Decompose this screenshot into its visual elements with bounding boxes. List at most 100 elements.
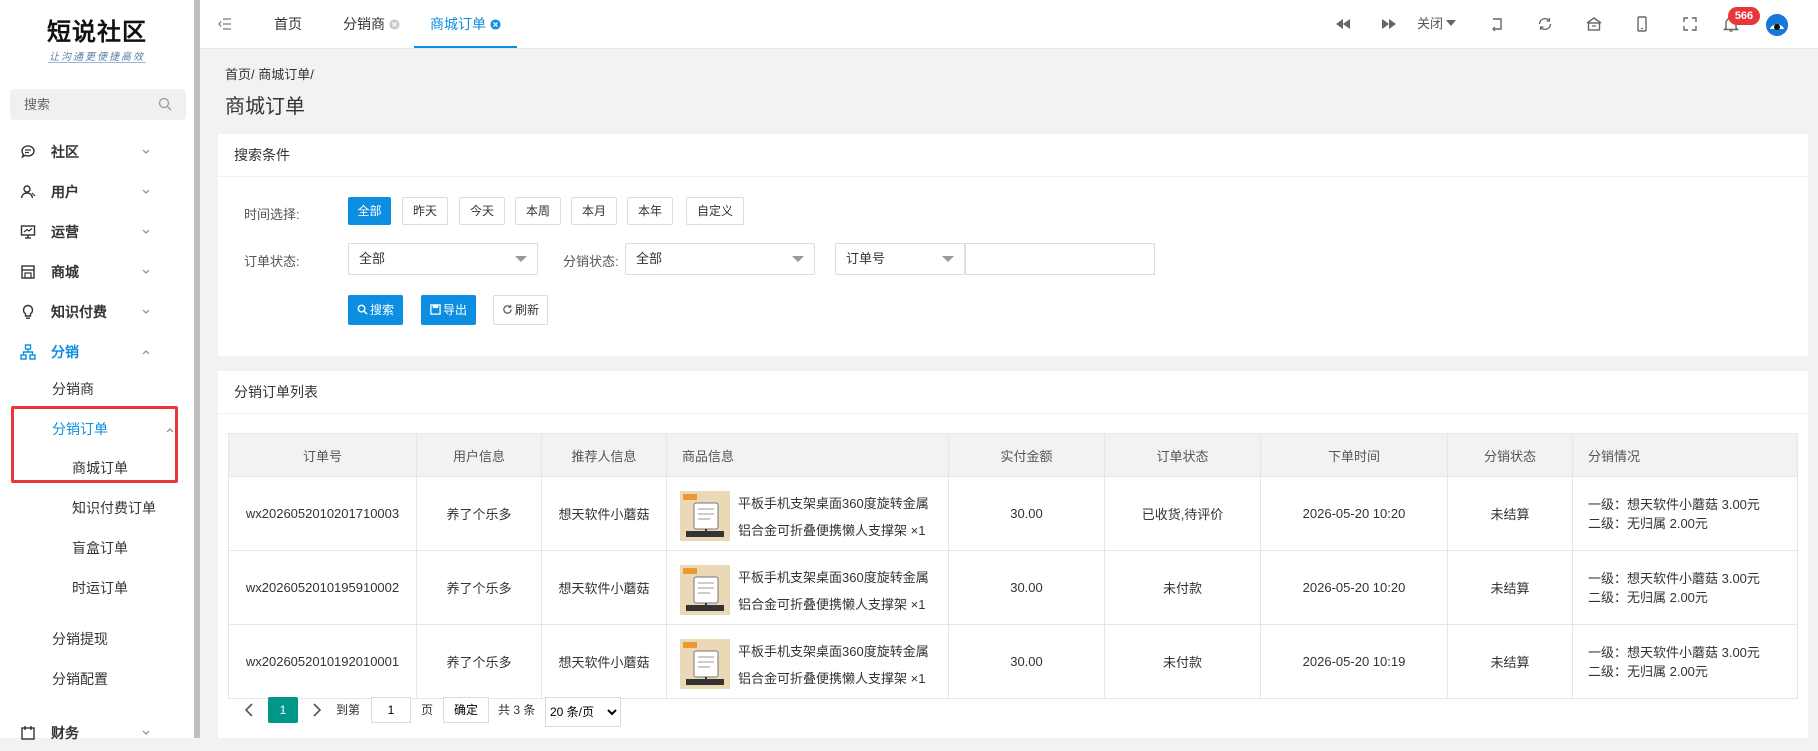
avatar[interactable]: [1766, 14, 1788, 36]
order-number-input[interactable]: [965, 243, 1155, 275]
order-list-title: 分销订单列表: [218, 371, 1808, 414]
building-icon[interactable]: [1585, 15, 1603, 33]
fullscreen-icon[interactable]: [1681, 15, 1699, 33]
table-row[interactable]: wx2026052010201710003 养了个乐多 想天软件小蘑菇 平板手机…: [228, 476, 1798, 551]
distribution-status-select[interactable]: 全部: [625, 243, 815, 275]
next-page-icon[interactable]: [304, 697, 330, 723]
time-filter-month[interactable]: 本月: [571, 197, 617, 225]
order-number-cell: wx2026052010195910002: [228, 550, 417, 625]
return-icon[interactable]: [1488, 15, 1506, 33]
sidebar-item-finance[interactable]: 财务: [0, 715, 194, 751]
distribution-status-cell: 未结算: [1447, 624, 1573, 699]
table-row[interactable]: wx2026052010195910002 养了个乐多 想天软件小蘑菇 平板手机…: [228, 550, 1798, 625]
current-page-button[interactable]: 1: [268, 697, 298, 723]
level2-commission: 二级：无归属 2.00元: [1588, 589, 1708, 605]
column-header: 用户信息: [416, 433, 542, 477]
goods-info: 平板手机支架桌面360度旋转金属铝合金可折叠便携懒人支撑架 ×1: [667, 478, 948, 549]
order-time-cell: 2026-05-20 10:20: [1260, 476, 1448, 551]
column-header: 分销情况: [1572, 433, 1798, 477]
refresh-button[interactable]: 刷新: [493, 295, 549, 325]
time-filter-today[interactable]: 今天: [459, 197, 505, 225]
rewind-icon[interactable]: [1334, 15, 1352, 33]
sidebar-item-knowledge-orders[interactable]: 知识付费订单: [72, 491, 242, 525]
amount-cell: 30.00: [948, 550, 1105, 625]
tab-mall-orders[interactable]: 商城订单: [414, 0, 517, 48]
sidebar-item-label: 社区: [51, 144, 79, 160]
finance-icon: [21, 726, 35, 740]
time-filter-label: 时间选择:: [244, 207, 300, 222]
referrer-cell: 想天软件小蘑菇: [541, 624, 667, 699]
sidebar-item-fortune-orders[interactable]: 时运订单: [72, 571, 242, 605]
close-icon[interactable]: [389, 19, 400, 30]
goods-cell: 平板手机支架桌面360度旋转金属铝合金可折叠便携懒人支撑架 ×1: [666, 624, 949, 699]
chevron-down-icon: [142, 309, 150, 314]
notification-badge: 566: [1728, 7, 1760, 25]
search-icon[interactable]: [158, 97, 172, 111]
sidebar-item-operations[interactable]: 运营: [0, 214, 194, 250]
order-field-value: 订单号: [846, 251, 886, 266]
table-row[interactable]: wx2026052010192010001 养了个乐多 想天软件小蘑菇 平板手机…: [228, 624, 1798, 699]
distribution-status-label: 分销状态:: [563, 254, 619, 269]
time-filter-week[interactable]: 本周: [515, 197, 561, 225]
lightbulb-icon: [22, 304, 34, 319]
time-filter-year[interactable]: 本年: [627, 197, 673, 225]
column-header: 下单时间: [1260, 433, 1448, 477]
page-unit-label: 页: [421, 703, 434, 717]
sidebar-item-community[interactable]: 社区: [0, 134, 194, 170]
referrer-cell: 想天软件小蘑菇: [541, 550, 667, 625]
product-thumbnail[interactable]: [680, 491, 730, 541]
search-button-label: 搜索: [370, 303, 395, 317]
caret-down-icon: [792, 256, 804, 262]
product-thumbnail[interactable]: [680, 565, 730, 615]
sidebar-item-label: 知识付费: [51, 304, 107, 320]
page-size-select[interactable]: 20 条/页: [545, 697, 621, 727]
time-filter-yesterday[interactable]: 昨天: [402, 197, 448, 225]
search-card-title: 搜索条件: [218, 134, 1808, 177]
prev-page-icon[interactable]: [236, 697, 262, 723]
tab-home[interactable]: 首页: [274, 0, 302, 48]
sidebar-item-paid-knowledge[interactable]: 知识付费: [0, 294, 194, 330]
sidebar-item-distribution[interactable]: 分销: [0, 334, 194, 370]
goto-label: 到第: [336, 703, 361, 717]
sidebar-resize-handle[interactable]: [194, 0, 200, 738]
tab-label: 分销商: [343, 16, 385, 32]
fast-forward-icon[interactable]: [1380, 15, 1398, 33]
order-time-cell: 2026-05-20 10:20: [1260, 550, 1448, 625]
sidebar-item-blindbox-orders[interactable]: 盲盒订单: [72, 531, 242, 565]
sidebar-search-input[interactable]: [10, 89, 164, 120]
goods-cell: 平板手机支架桌面360度旋转金属铝合金可折叠便携懒人支撑架 ×1: [666, 550, 949, 625]
order-status-select[interactable]: 全部: [348, 243, 538, 275]
export-button[interactable]: 导出: [421, 295, 477, 325]
amount-cell: 30.00: [948, 476, 1105, 551]
product-image-icon: [680, 491, 730, 541]
product-thumbnail[interactable]: [680, 639, 730, 689]
column-header: 分销状态: [1447, 433, 1573, 477]
user-cell: 养了个乐多: [416, 550, 542, 625]
logo[interactable]: 短说社区 让沟通更便捷高效: [0, 0, 194, 80]
export-button-label: 导出: [443, 303, 468, 317]
product-image-icon: [680, 639, 730, 689]
tab-distributor[interactable]: 分销商: [343, 0, 400, 48]
close-tabs-dropdown[interactable]: 关闭: [1417, 0, 1457, 48]
sidebar-item-mall[interactable]: 商城: [0, 254, 194, 290]
chevron-down-icon: [142, 189, 150, 194]
sidebar-item-users[interactable]: 用户: [0, 174, 194, 210]
save-icon: [430, 304, 441, 315]
mobile-icon[interactable]: [1633, 15, 1651, 33]
caret-down-icon: [515, 256, 527, 262]
time-filter-custom[interactable]: 自定义: [686, 197, 744, 225]
collapse-menu-icon[interactable]: [218, 17, 232, 31]
search-button[interactable]: 搜索: [348, 295, 404, 325]
refresh-icon[interactable]: [1536, 15, 1554, 33]
order-field-select[interactable]: 订单号: [835, 243, 965, 275]
product-name: 平板手机支架桌面360度旋转金属铝合金可折叠便携懒人支撑架 ×1: [738, 570, 929, 612]
breadcrumb[interactable]: 首页/ 商城订单/: [225, 64, 314, 83]
column-header: 实付金额: [948, 433, 1105, 477]
total-count: 共 3 条: [498, 703, 536, 717]
goto-page-input[interactable]: [371, 697, 411, 723]
time-filter-all[interactable]: 全部: [348, 197, 391, 225]
product-name: 平板手机支架桌面360度旋转金属铝合金可折叠便携懒人支撑架 ×1: [738, 496, 929, 538]
close-icon[interactable]: [490, 19, 501, 30]
goto-confirm-button[interactable]: 确定: [443, 697, 490, 723]
chat-bubble-icon: [21, 145, 35, 159]
